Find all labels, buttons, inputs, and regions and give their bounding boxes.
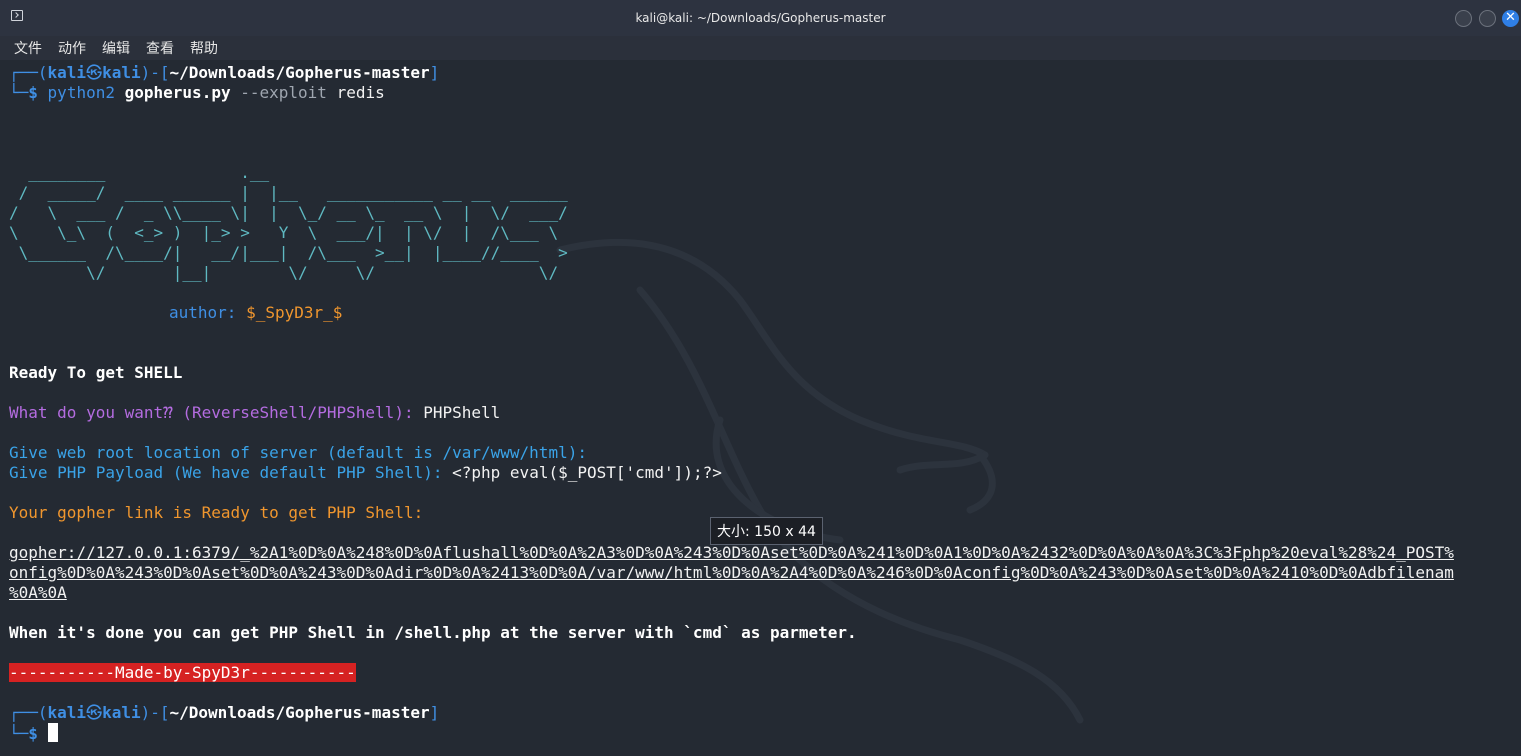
menu-file[interactable]: 文件 <box>14 38 42 58</box>
gopher-link-line-2[interactable]: onfig%0D%0A%243%0D%0Aset%0D%0A%243%0D%0A… <box>9 563 1454 583</box>
shell-type-line: What do you want⁇ (ReverseShell/PHPShell… <box>9 403 501 422</box>
gopher-link-line-1[interactable]: gopher://127.0.0.1:6379/_%2A1%0D%0A%248%… <box>9 543 1454 563</box>
banner-line-1: ________ .__ <box>9 163 270 182</box>
terminal-area[interactable]: ┌──(kali㉿kali)-[~/Downloads/Gopherus-mas… <box>0 60 1521 756</box>
menu-help[interactable]: 帮助 <box>190 38 218 58</box>
banner-line-6: \/ |__| \/ \/ \/ <box>9 263 559 282</box>
text-cursor <box>47 723 58 742</box>
size-tooltip: 大小: 150 x 44 <box>710 517 823 545</box>
minimize-button[interactable] <box>1455 10 1472 27</box>
title-bar: kali@kali: ~/Downloads/Gopherus-master ✕ <box>0 0 1521 36</box>
banner-line-3: / \ ___ / _ \\____ \| | \_/ __ \_ __ \ |… <box>9 203 568 222</box>
banner-line-2: / _____/ ____ ______ | |__ ___________ _… <box>9 183 568 202</box>
window-title: kali@kali: ~/Downloads/Gopherus-master <box>635 11 886 25</box>
gopher-link-line-3[interactable]: %0A%0A <box>9 583 67 603</box>
payload-line: Give PHP Payload (We have default PHP Sh… <box>9 463 722 482</box>
prompt-line-2: ┌──(kali㉿kali)-[~/Downloads/Gopherus-mas… <box>9 703 440 722</box>
prompt-line-1: ┌──(kali㉿kali)-[~/Downloads/Gopherus-mas… <box>9 63 440 82</box>
command-line: └─$ python2 gopherus.py --exploit redis <box>9 83 385 102</box>
close-button[interactable]: ✕ <box>1502 10 1519 27</box>
menu-bar: 文件 动作 编辑 查看 帮助 <box>0 36 1521 60</box>
done-message: When it's done you can get PHP Shell in … <box>9 623 857 642</box>
close-icon: ✕ <box>1505 10 1516 25</box>
banner-line-5: \______ /\____/| __/|___| /\___ >__| |__… <box>9 243 568 262</box>
menu-action[interactable]: 动作 <box>58 38 86 58</box>
web-root-question: Give web root location of server (defaul… <box>9 443 587 462</box>
author-line: author: $_SpyD3r_$ <box>169 303 343 322</box>
input-line[interactable]: └─$ <box>9 723 58 744</box>
menu-edit[interactable]: 编辑 <box>102 38 130 58</box>
ready-message: Ready To get SHELL <box>9 363 183 382</box>
gopher-ready-message: Your gopher link is Ready to get PHP She… <box>9 503 424 522</box>
menu-view[interactable]: 查看 <box>146 38 174 58</box>
maximize-button[interactable] <box>1479 10 1496 27</box>
made-by-banner: -----------Made-by-SpyD3r----------- <box>9 663 356 682</box>
banner-line-4: \ \_\ ( <_> ) |_> > Y \ ___/| | \/ | /\_… <box>9 223 559 242</box>
